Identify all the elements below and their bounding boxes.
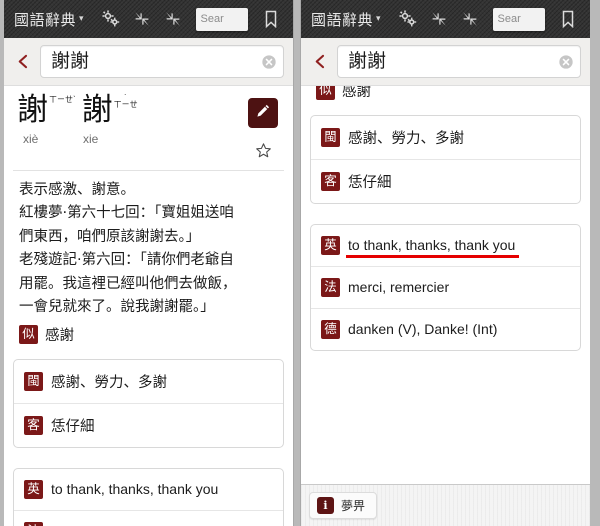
info-icon: i xyxy=(317,497,334,514)
language-badge: 法 xyxy=(24,521,43,526)
headword-line: 謝 ㄒㄧㄝ ˋ 謝 ˙ ㄒㄧㄝ xyxy=(13,94,242,127)
collapse-arrows-icon[interactable] xyxy=(133,10,151,28)
topbar-search-input[interactable]: Sear xyxy=(195,7,248,31)
language-row-hakka[interactable]: 客 恁仔細 xyxy=(14,404,283,447)
language-badge: 英 xyxy=(24,479,43,499)
language-text: 感謝、勞力、多謝 xyxy=(51,374,167,391)
language-row-min[interactable]: 閩 感謝、勞力、多謝 xyxy=(14,360,283,404)
bottom-toolbar: i 夢畀 xyxy=(301,484,590,526)
gears-icon[interactable] xyxy=(398,10,417,28)
bopomofo-1: ㄒㄧㄝ ˋ xyxy=(49,95,76,104)
language-text: danken (V), Danke! (Int) xyxy=(348,321,498,338)
definition-line: 用罷。我這裡已經叫他們去做飯， xyxy=(19,275,237,292)
app-title: 國語辭典 xyxy=(14,11,77,29)
bookmark-icon[interactable] xyxy=(262,10,280,28)
synonym-badge: 似 xyxy=(19,324,38,344)
pinyin-1: xiè xyxy=(23,131,39,146)
search-row-right: 謝謝 xyxy=(301,38,590,86)
language-card-translations: 英 to thank, thanks, thank you 法 merci, r… xyxy=(13,467,284,526)
favorite-button[interactable] xyxy=(252,142,274,164)
language-text: 恁仔細 xyxy=(348,174,392,191)
bopomofo-1-syllable: ㄒㄧㄝ xyxy=(49,95,73,104)
language-badge: 閩 xyxy=(24,371,43,391)
language-row-german[interactable]: 德 danken (V), Danke! (Int) xyxy=(311,309,580,350)
definition-line: 表示感激、謝意。 xyxy=(19,182,135,198)
collapse-arrows-icon-2[interactable] xyxy=(461,10,479,28)
collapse-arrows-icon-2[interactable] xyxy=(164,10,182,28)
synonym-row: 似 感謝 xyxy=(13,320,284,345)
language-text: 恁仔細 xyxy=(51,418,95,435)
info-button-label: 夢畀 xyxy=(341,499,366,513)
back-button[interactable] xyxy=(10,49,36,75)
search-input[interactable]: 謝謝 xyxy=(337,45,581,78)
language-text: to thank, thanks, thank you xyxy=(51,481,219,498)
language-card-translations: 英 to thank, thanks, thank you 法 merci, r… xyxy=(310,223,581,351)
back-button[interactable] xyxy=(307,49,333,75)
star-outline-icon xyxy=(255,142,272,164)
pencil-icon xyxy=(255,103,271,124)
language-row-french[interactable]: 法 merci, remercier xyxy=(311,267,580,309)
topbar-search-text: Sear xyxy=(497,13,521,25)
top-app-bar-left: 國語辭典 ▾ Sear xyxy=(4,0,293,38)
search-input[interactable]: 謝謝 xyxy=(40,45,284,78)
language-badge: 客 xyxy=(321,171,340,191)
search-query-text: 謝謝 xyxy=(51,51,90,72)
synonym-text[interactable]: 感謝 xyxy=(45,324,74,345)
search-row-left: 謝謝 xyxy=(4,38,293,86)
app-title: 國語辭典 xyxy=(311,11,374,29)
language-card: 閩 感謝、勞力、多謝 客 恁仔細 xyxy=(310,114,581,204)
language-badge: 德 xyxy=(321,319,340,339)
headword-char-1: 謝 xyxy=(17,92,48,128)
language-badge: 英 xyxy=(321,235,340,255)
entry-content-left[interactable]: 謝 ㄒㄧㄝ ˋ 謝 ˙ ㄒㄧㄝ xiè xie 表示感激、謝意。 紅樓夢·第六十… xyxy=(4,86,293,526)
headword-char-2: 謝 xyxy=(81,92,113,128)
chevron-down-icon[interactable]: ▾ xyxy=(376,13,381,24)
edit-button[interactable] xyxy=(248,98,278,128)
bopomofo-2: ˙ ㄒㄧㄝ xyxy=(113,94,138,109)
language-row-french[interactable]: 法 merci, remercier xyxy=(14,511,283,526)
language-text-highlighted: to thank, thanks, thank you xyxy=(345,237,520,259)
language-row-english[interactable]: 英 to thank, thanks, thank you xyxy=(311,225,580,267)
pinyin-line: xiè xie xyxy=(13,132,242,146)
synonym-text[interactable]: 感謝 xyxy=(342,86,371,101)
language-badge: 閩 xyxy=(321,127,340,147)
definition-line: 紅樓夢·第六十七回：「寶姐姐送咱 xyxy=(19,205,234,222)
top-app-bar-right: 國語辭典 ▾ Sear xyxy=(301,0,590,38)
synonym-badge: 似 xyxy=(316,86,335,100)
collapse-arrows-icon[interactable] xyxy=(430,10,448,28)
language-card: 閩 感謝、勞力、多謝 客 恁仔細 xyxy=(13,358,284,448)
bookmark-icon[interactable] xyxy=(559,10,577,28)
language-row-min[interactable]: 閩 感謝、勞力、多謝 xyxy=(311,116,580,160)
chevron-down-icon[interactable]: ▾ xyxy=(79,13,84,24)
definition-line: 老殘遊記·第六回：「請你們老爺自 xyxy=(19,252,234,269)
headword-block: 謝 ㄒㄧㄝ ˋ 謝 ˙ ㄒㄧㄝ xiè xie xyxy=(13,86,284,164)
right-screenshot-panel: 國語辭典 ▾ Sear 謝謝 似 感謝 閩 感謝、勞力、多謝 客 恁仔細 英 t… xyxy=(300,0,590,526)
language-row-english[interactable]: 英 to thank, thanks, thank you xyxy=(14,469,283,511)
entry-content-right[interactable]: 們東西，咱們原該謝謝去。」 老殘遊記·第六回：「請你們老爺自 用罷。我這裡已經叫… xyxy=(301,86,590,526)
gears-icon[interactable] xyxy=(101,10,120,28)
divider xyxy=(13,170,284,171)
dual-screenshot-stage: 國語辭典 ▾ Sear 謝謝 謝 ㄒㄧㄝ ˋ 謝 ˙ ㄒㄧㄝ xiè xie 表… xyxy=(0,0,600,526)
topbar-search-text: Sear xyxy=(200,13,224,25)
bopomofo-1-tone: ˋ xyxy=(73,95,76,104)
bopomofo-2-syllable: ㄒㄧㄝ xyxy=(113,100,138,109)
search-query-text: 謝謝 xyxy=(348,51,387,72)
pinyin-2: xie xyxy=(83,131,99,146)
language-row-hakka[interactable]: 客 恁仔細 xyxy=(311,160,580,203)
language-text: merci, remercier xyxy=(348,279,450,296)
definition-block: 表示感激、謝意。 紅樓夢·第六十七回：「寶姐姐送咱 們東西，咱們原該謝謝去。」 … xyxy=(13,179,284,320)
language-badge: 法 xyxy=(321,277,340,297)
definition-line: 們東西，咱們原該謝謝去。」 xyxy=(19,228,201,245)
topbar-search-input[interactable]: Sear xyxy=(492,7,545,31)
language-text: 感謝、勞力、多謝 xyxy=(348,130,464,147)
definition-line: 一會兒就來了。說我謝謝罷。」 xyxy=(19,299,215,316)
info-button[interactable]: i 夢畀 xyxy=(309,492,378,519)
synonym-row: 似 感謝 xyxy=(310,86,581,101)
clear-icon[interactable] xyxy=(261,54,277,70)
clear-icon[interactable] xyxy=(558,54,574,70)
left-screenshot-panel: 國語辭典 ▾ Sear 謝謝 謝 ㄒㄧㄝ ˋ 謝 ˙ ㄒㄧㄝ xiè xie 表… xyxy=(4,0,294,526)
language-badge: 客 xyxy=(24,415,43,435)
